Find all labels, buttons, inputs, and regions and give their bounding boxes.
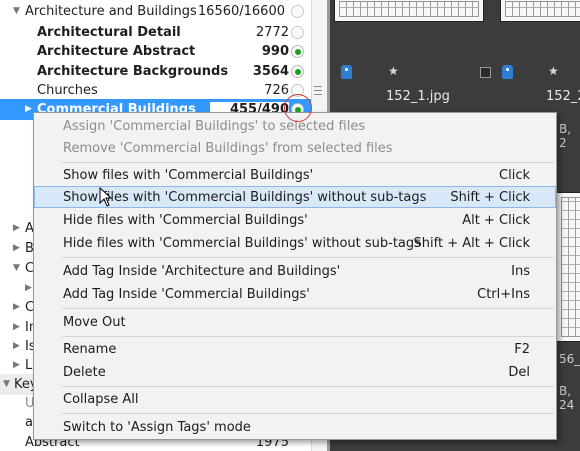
tree-row-label: Architecture Abstract: [37, 44, 196, 59]
menu-item-label: Remove 'Commercial Buildings' from selec…: [63, 141, 393, 156]
tree-row-label: a: [25, 415, 33, 430]
thumbnail-image[interactable]: [500, 0, 580, 22]
menu-item-label: Add Tag Inside 'Commercial Buildings': [63, 287, 310, 302]
tag-icon[interactable]: [502, 65, 513, 79]
menu-item-label: Hide files with 'Commercial Buildings' w…: [63, 236, 421, 251]
menu-item-shortcut: Shift + Click: [450, 190, 530, 205]
file-info: B, 2: [559, 122, 572, 150]
menu-item-shortcut: Ctrl+Ins: [477, 287, 530, 302]
menu-item-add-tag-inside-parent[interactable]: Add Tag Inside 'Architecture and Buildin…: [34, 260, 556, 282]
mouse-cursor-icon: [99, 187, 113, 207]
menu-item-shortcut: F2: [514, 342, 530, 357]
collapse-arrow-icon[interactable]: ▶: [13, 360, 23, 370]
menu-item-label: Delete: [63, 365, 106, 380]
status-circle-icon[interactable]: [291, 5, 304, 18]
menu-item-show-files[interactable]: Show files with 'Commercial Buildings' C…: [34, 164, 556, 186]
file-name: 152_2: [546, 89, 580, 104]
expand-arrow-icon[interactable]: ▼: [3, 379, 13, 389]
status-circle-icon[interactable]: [291, 26, 304, 39]
file-name: 152_1.jpg: [386, 89, 450, 104]
collapse-arrow-icon[interactable]: ▶: [13, 302, 23, 312]
menu-item-rename[interactable]: Rename F2: [34, 338, 556, 360]
menu-separator: [62, 386, 554, 387]
tree-row-count: 2772: [255, 25, 289, 40]
collapse-arrow-icon[interactable]: ▶: [13, 341, 23, 351]
tag-icon[interactable]: [341, 65, 352, 79]
menu-item-shortcut: Del: [508, 365, 530, 380]
menu-separator: [62, 413, 554, 414]
menu-item-label: Move Out: [63, 315, 126, 330]
menu-item-label: Show files with 'Commercial Buildings': [63, 168, 314, 183]
tree-row-label: Architecture Backgrounds: [37, 64, 229, 79]
expand-arrow-icon[interactable]: ▼: [13, 263, 23, 273]
menu-item-label: Switch to 'Assign Tags' mode: [63, 420, 251, 435]
menu-item-remove-tag[interactable]: Remove 'Commercial Buildings' from selec…: [34, 137, 556, 159]
tree-row-churches[interactable]: Churches 726: [0, 80, 326, 101]
menu-separator: [62, 336, 554, 337]
tree-row-count: 990: [261, 44, 289, 59]
collapse-arrow-icon[interactable]: ▶: [13, 243, 23, 253]
collapse-arrow-icon[interactable]: ▶: [13, 223, 23, 233]
menu-item-move-out[interactable]: Move Out: [34, 311, 556, 333]
tree-row-label: Architecture and Buildings: [25, 4, 197, 19]
thumbnail-image[interactable]: [334, 0, 484, 22]
menu-item-delete[interactable]: Delete Del: [34, 361, 556, 383]
select-checkbox[interactable]: [480, 67, 491, 78]
status-green-dot-icon[interactable]: [291, 65, 304, 78]
tree-row-architecture-and-buildings[interactable]: ▼ Architecture and Buildings 16560/16600: [0, 1, 326, 22]
tree-row-count: 3564: [252, 64, 289, 79]
tree-row-count: 16560/16600: [197, 4, 285, 19]
menu-item-label: Add Tag Inside 'Architecture and Buildin…: [63, 264, 341, 279]
tree-row-label: Architectural Detail: [37, 25, 181, 40]
star-rating-icon[interactable]: ★: [548, 64, 559, 78]
menu-item-shortcut: Ins: [511, 264, 530, 279]
menu-item-label: Assign 'Commercial Buildings' to selecte…: [63, 119, 366, 134]
thumbnail-image[interactable]: [556, 192, 580, 342]
menu-item-shortcut: Click: [499, 168, 530, 183]
menu-item-collapse-all[interactable]: Collapse All: [34, 388, 556, 410]
menu-item-shortcut: Shift + Alt + Click: [413, 236, 530, 251]
menu-item-hide-files[interactable]: Hide files with 'Commercial Buildings' A…: [34, 209, 556, 231]
tree-row-architecture-abstract[interactable]: Architecture Abstract 990: [0, 41, 326, 62]
menu-item-label: Hide files with 'Commercial Buildings': [63, 213, 308, 228]
expand-arrow-icon[interactable]: ▼: [13, 6, 23, 16]
menu-separator: [62, 308, 554, 309]
tree-row-architecture-backgrounds[interactable]: Architecture Backgrounds 3564: [0, 61, 326, 82]
menu-item-label: Show files with 'Commercial Buildings' w…: [63, 190, 427, 205]
grip-handle-icon[interactable]: [314, 86, 322, 95]
file-name: 56_1: [559, 352, 580, 366]
menu-item-label: Collapse All: [63, 392, 139, 407]
menu-item-label: Rename: [63, 342, 117, 357]
tree-row-architectural-detail[interactable]: Architectural Detail 2772: [0, 22, 326, 43]
menu-item-shortcut: Alt + Click: [462, 213, 530, 228]
file-info: B, 24: [559, 384, 575, 412]
menu-separator: [62, 162, 554, 163]
context-menu: Assign 'Commercial Buildings' to selecte…: [33, 112, 557, 440]
menu-item-switch-assign-mode[interactable]: Switch to 'Assign Tags' mode: [34, 416, 556, 438]
menu-item-hide-files-without-subtags[interactable]: Hide files with 'Commercial Buildings' w…: [34, 232, 556, 254]
menu-separator: [62, 257, 554, 258]
collapse-arrow-icon[interactable]: ▶: [13, 322, 23, 332]
star-rating-icon[interactable]: ★: [388, 64, 399, 78]
status-green-dot-icon[interactable]: [291, 45, 304, 58]
menu-item-add-tag-inside[interactable]: Add Tag Inside 'Commercial Buildings' Ct…: [34, 283, 556, 305]
tree-row-count: 726: [264, 83, 289, 98]
highlight-circle: [284, 94, 312, 122]
tree-row-label: Churches: [37, 83, 98, 98]
